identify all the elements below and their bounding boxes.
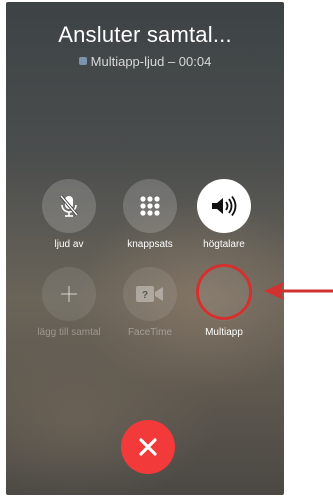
mute-button[interactable]: [42, 179, 96, 233]
mic-off-icon: [59, 194, 79, 217]
call-status-title: Ansluter samtal...: [58, 22, 232, 47]
multiapp-label: Multiapp: [205, 327, 243, 338]
call-subtitle: Multiapp-ljud – 00:04: [6, 54, 284, 69]
app-icon: [78, 57, 87, 65]
close-icon: [139, 438, 157, 456]
call-subtitle-text: Multiapp-ljud – 00:04: [90, 54, 212, 69]
speaker-icon: [212, 195, 237, 217]
mute-label: ljud av: [54, 239, 84, 250]
speaker-label: högtalare: [203, 239, 245, 250]
add-call-key[interactable]: lägg till samtal: [24, 267, 114, 338]
svg-text:?: ?: [142, 290, 148, 301]
plus-icon: [61, 286, 77, 302]
call-screen: Ansluter samtal... Multiapp-ljud – 00:04…: [6, 2, 284, 495]
keypad-button[interactable]: [123, 179, 177, 233]
mute-key[interactable]: ljud av: [24, 179, 114, 250]
end-call-button[interactable]: [121, 420, 175, 474]
facetime-button[interactable]: ?: [123, 267, 177, 321]
add-call-label: lägg till samtal: [37, 327, 101, 338]
facetime-camera-icon: ?: [136, 286, 163, 302]
add-call-button[interactable]: [42, 267, 96, 321]
keypad-grid-icon: [140, 196, 160, 216]
annotation-arrow-icon: [264, 282, 333, 300]
speaker-key[interactable]: högtalare: [179, 179, 269, 250]
speaker-button[interactable]: [197, 179, 251, 233]
highlight-ring: [196, 264, 252, 320]
